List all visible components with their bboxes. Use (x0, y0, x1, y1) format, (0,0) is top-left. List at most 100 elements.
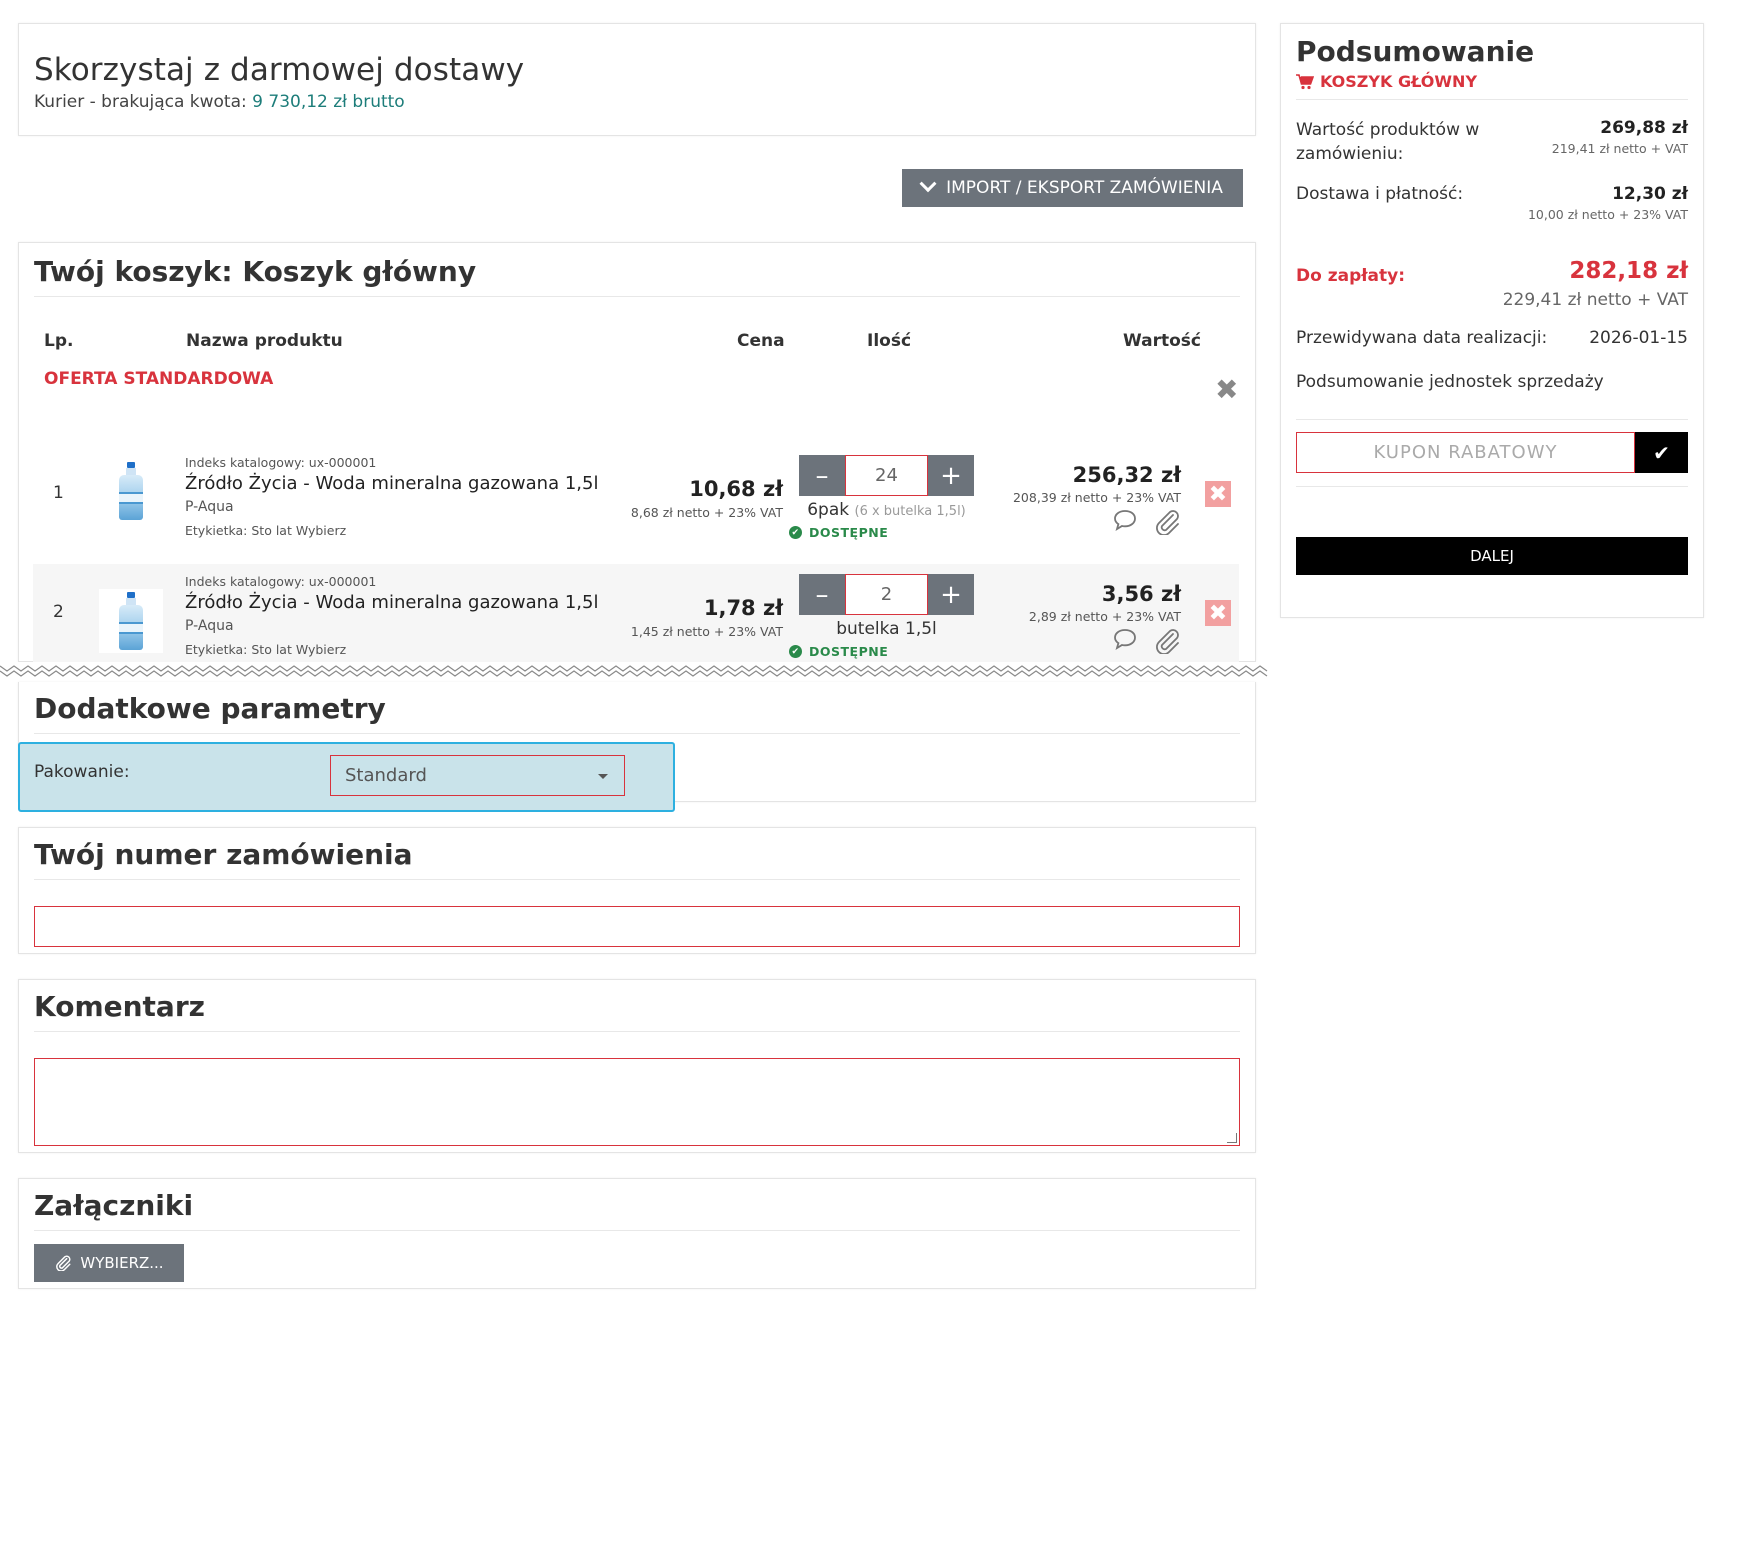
product-label: Etykietka: Sto lat Wybierz (185, 642, 347, 657)
resize-handle-icon[interactable] (1227, 1133, 1237, 1143)
sales-units-summary[interactable]: Podsumowanie jednostek sprzedaży (1296, 372, 1688, 420)
summary-title: Podsumowanie (1296, 35, 1535, 68)
extra-params-title: Dodatkowe parametry (34, 682, 1240, 734)
product-brand: P-Aqua (185, 499, 234, 515)
increase-button[interactable]: + (928, 455, 974, 496)
bottle-icon (119, 592, 143, 650)
col-value: Wartość (1123, 331, 1202, 351)
comment-icon[interactable] (1113, 628, 1137, 650)
quantity-input[interactable]: 2 (845, 574, 928, 615)
product-index: Indeks katalogowy: ux-000001 (185, 574, 377, 589)
summary-topay-row: Do zapłaty: 282,18 zł 229,41 zł netto + … (1296, 258, 1688, 328)
col-lp: Lp. (44, 331, 74, 351)
value-gross: 256,32 zł (1072, 463, 1181, 487)
product-index: Indeks katalogowy: ux-000001 (185, 455, 377, 470)
table-row: 2 Indeks katalogowy: ux-000001 Źródło Ży… (33, 564, 1239, 662)
col-price: Cena (737, 331, 785, 351)
col-qty: Ilość (867, 331, 912, 351)
unit-name: 6pak (807, 500, 850, 520)
col-name: Nazwa produktu (186, 331, 343, 351)
value-gross: 3,56 zł (1101, 582, 1181, 606)
packing-row: Pakowanie: Standard (18, 742, 675, 812)
coupon-group: KUPON RABATOWY ✔ (1296, 432, 1688, 473)
products-value: 269,88 zł (1600, 118, 1688, 138)
order-number-input[interactable] (34, 906, 1240, 947)
choose-file-label: WYBIERZ... (80, 1254, 164, 1272)
product-info: Indeks katalogowy: ux-000001 Źródło Życi… (185, 574, 598, 657)
free-delivery-info: Kurier - brakująca kwota: 9 730,12 zł br… (34, 92, 1240, 112)
free-delivery-panel: Skorzystaj z darmowej dostawy Kurier - b… (18, 23, 1256, 136)
remove-item-button[interactable]: ✖ (1205, 481, 1231, 507)
comment-icon[interactable] (1113, 509, 1137, 531)
paperclip-icon (56, 1255, 71, 1271)
summary-cart-name: KOSZYK GŁÓWNY (1296, 72, 1688, 100)
comment-textarea[interactable] (34, 1058, 1240, 1146)
quantity-unit: 6pak (6 x butelka 1,5l) (799, 500, 974, 520)
price-net: 8,68 zł netto + 23% VAT (630, 505, 783, 520)
check-icon: ✔ (1653, 440, 1670, 465)
product-info: Indeks katalogowy: ux-000001 Źródło Życi… (185, 455, 598, 538)
product-name[interactable]: Źródło Życia - Woda mineralna gazowana 1… (185, 592, 598, 613)
import-export-label: IMPORT / EKSPORT ZAMÓWIENIA (946, 178, 1223, 198)
choose-file-button[interactable]: WYBIERZ... (34, 1244, 184, 1282)
topay-value: 282,18 zł (1569, 258, 1688, 284)
product-brand: P-Aqua (185, 618, 234, 634)
product-price: 10,68 zł 8,68 zł netto + 23% VAT (631, 477, 783, 520)
availability-status: ✔ DOSTĘPNE (789, 644, 888, 659)
table-row: 1 Indeks katalogowy: ux-000001 Źródło Ży… (33, 445, 1239, 545)
free-delivery-title: Skorzystaj z darmowej dostawy (34, 52, 525, 88)
decrease-button[interactable]: – (799, 455, 845, 496)
missing-amount-value: 9 730,12 zł brutto (252, 92, 405, 112)
row-value: 256,32 zł 208,39 zł netto + 23% VAT (1013, 463, 1181, 535)
product-name[interactable]: Źródło Życia - Woda mineralna gazowana 1… (185, 473, 598, 494)
coupon-input[interactable]: KUPON RABATOWY (1296, 432, 1635, 473)
quantity-stepper: – 24 + 6pak (6 x butelka 1,5l) (799, 455, 974, 520)
packing-selected-value: Standard (345, 765, 427, 786)
offer-label: OFERTA STANDARDOWA (44, 369, 274, 389)
apply-coupon-button[interactable]: ✔ (1635, 432, 1688, 473)
row-lp: 2 (53, 602, 64, 622)
comment-title: Komentarz (34, 980, 1240, 1032)
remove-item-button[interactable]: ✖ (1205, 600, 1231, 626)
offer-group: OFERTA STANDARDOWA ✖ (34, 359, 1240, 429)
attachments-panel: Załączniki WYBIERZ... (18, 1178, 1256, 1289)
order-number-title: Twój numer zamówienia (34, 828, 1240, 880)
paperclip-icon[interactable] (1153, 628, 1181, 654)
quantity-input[interactable]: 24 (845, 455, 928, 496)
date-value: 2026-01-15 (1589, 328, 1688, 348)
packing-select[interactable]: Standard (330, 755, 625, 796)
quantity-stepper: – 2 + butelka 1,5l (799, 574, 974, 639)
cart-title: Twój koszyk: Koszyk główny (34, 243, 1240, 297)
import-export-button[interactable]: IMPORT / EKSPORT ZAMÓWIENIA (902, 169, 1243, 207)
summary-date-row: Przewidywana data realizacji: 2026-01-15 (1296, 328, 1688, 372)
value-net: 2,89 zł netto + 23% VAT (1028, 609, 1181, 624)
value-net: 208,39 zł netto + 23% VAT (1012, 490, 1181, 505)
comment-panel: Komentarz (18, 979, 1256, 1153)
check-circle-icon: ✔ (789, 526, 802, 539)
price-net: 1,45 zł netto + 23% VAT (630, 624, 783, 639)
cart-table-header: Lp. Nazwa produktu Cena Ilość Wartość (34, 297, 1240, 359)
products-label: Wartość produktów w zamówieniu: (1296, 120, 1480, 164)
summary-products-row: Wartość produktów w zamówieniu: 269,88 z… (1296, 118, 1688, 184)
paperclip-icon[interactable] (1153, 509, 1181, 535)
missing-amount-label: Kurier - brakująca kwota: (34, 92, 247, 112)
summary-panel: Podsumowanie KOSZYK GŁÓWNY Wartość produ… (1280, 23, 1704, 618)
product-image[interactable] (99, 589, 163, 653)
row-lp: 1 (53, 483, 64, 503)
increase-button[interactable]: + (928, 574, 974, 615)
remove-offer-icon[interactable]: ✖ (1215, 373, 1238, 406)
packing-label: Pakowanie: (34, 762, 130, 782)
cart-name-label: KOSZYK GŁÓWNY (1320, 72, 1478, 91)
product-image[interactable] (99, 459, 163, 523)
availability-label: DOSTĘPNE (809, 525, 889, 540)
attachments-title: Załączniki (34, 1179, 1240, 1231)
next-button[interactable]: DALEJ (1296, 537, 1688, 575)
check-circle-icon: ✔ (789, 645, 802, 658)
unit-detail: (6 x butelka 1,5l) (854, 504, 966, 519)
order-number-panel: Twój numer zamówienia (18, 827, 1256, 954)
decrease-button[interactable]: – (799, 574, 845, 615)
caret-down-icon (598, 774, 608, 779)
chevron-down-icon (919, 175, 937, 193)
availability-status: ✔ DOSTĘPNE (789, 525, 888, 540)
unit-name: butelka 1,5l (836, 619, 937, 639)
